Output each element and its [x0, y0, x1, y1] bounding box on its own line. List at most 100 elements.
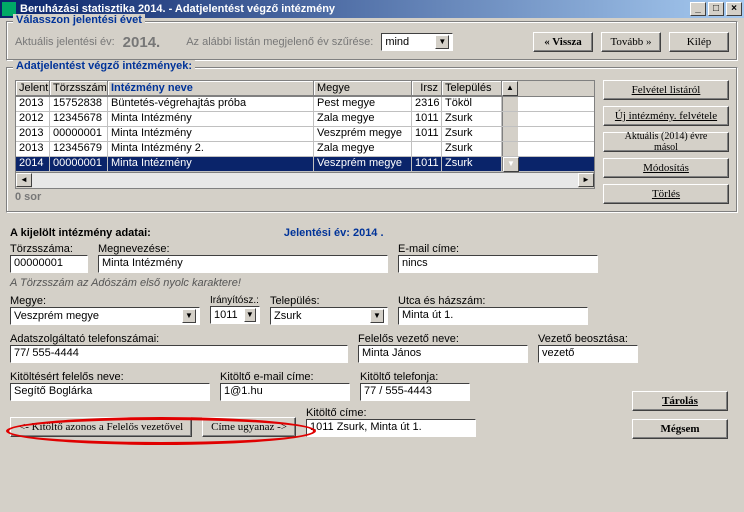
- details-header: A kijelölt intézmény adatai: Jelentési é…: [10, 227, 734, 239]
- modify-button[interactable]: Módosítás: [603, 158, 729, 178]
- copy-address-button[interactable]: Címe ugyanaz ->: [202, 417, 296, 437]
- scroll-down-button[interactable]: ▼: [503, 157, 519, 172]
- cell: 2316: [412, 97, 442, 111]
- col-name[interactable]: Intézmény neve: [108, 81, 314, 96]
- cell: Pest megye: [314, 97, 412, 111]
- megnev-label: Megnevezése:: [98, 243, 388, 255]
- next-button[interactable]: Tovább »: [601, 32, 661, 52]
- cell: 1011: [412, 112, 442, 126]
- chevron-down-icon: ▼: [244, 308, 256, 322]
- chevron-down-icon: ▼: [435, 35, 449, 49]
- cancel-button[interactable]: Mégsem: [632, 419, 728, 439]
- copy-person-button[interactable]: <- Kitöltő azonos a Felelős vezetővel: [10, 417, 192, 437]
- kittel-input[interactable]: 77 / 555-4443: [360, 383, 470, 401]
- year-filter-value: mind: [385, 36, 409, 48]
- irsz-label: Irányítósz.:: [210, 295, 260, 306]
- torzs-input[interactable]: 00000001: [10, 255, 88, 273]
- kitcim-input[interactable]: 1011 Zsurk, Minta út 1.: [306, 419, 476, 437]
- kittel-label: Kitöltő telefonja:: [360, 371, 470, 383]
- chevron-down-icon: ▼: [370, 309, 384, 323]
- cell: [412, 142, 442, 156]
- felelos-label: Felelős vezető neve:: [358, 333, 528, 345]
- table-header: Jelent Törzsszám Intézmény neve Megye Ir…: [15, 80, 595, 97]
- table-row[interactable]: 201312345679Minta Intézmény 2.Zala megye…: [16, 142, 594, 157]
- cell: 2012: [16, 112, 50, 126]
- irsz-select[interactable]: 1011 ▼: [210, 306, 260, 324]
- exit-button[interactable]: Kilép: [669, 32, 729, 52]
- cell: 00000001: [50, 157, 108, 171]
- vezbeo-label: Vezető beosztása:: [538, 333, 638, 345]
- megnev-input[interactable]: Minta Intézmény: [98, 255, 388, 273]
- cell: Veszprém megye: [314, 157, 412, 171]
- col-torzs[interactable]: Törzsszám: [50, 81, 108, 96]
- cell: Zala megye: [314, 142, 412, 156]
- telep-select[interactable]: Zsurk ▼: [270, 307, 388, 325]
- adatszolg-label: Adatszolgáltató telefonszámai:: [10, 333, 348, 345]
- horizontal-scrollbar[interactable]: ◄ ►: [15, 173, 595, 189]
- institutions-table: Jelent Törzsszám Intézmény neve Megye Ir…: [15, 80, 595, 204]
- cell: Zsurk: [442, 142, 502, 156]
- torzs-label: Törzsszáma:: [10, 243, 88, 255]
- cell: 2013: [16, 97, 50, 111]
- close-button[interactable]: ×: [726, 2, 742, 16]
- cell: 2013: [16, 142, 50, 156]
- add-new-button[interactable]: Új intézmény. felvétele: [603, 106, 729, 126]
- cell: 2014: [16, 157, 50, 171]
- utca-input[interactable]: Minta út 1.: [398, 307, 588, 325]
- cell: Veszprém megye: [314, 127, 412, 141]
- add-from-list-button[interactable]: Felvétel listáról: [603, 80, 729, 100]
- email-input[interactable]: nincs: [398, 255, 598, 273]
- table-row[interactable]: 201300000001Minta IntézményVeszprém megy…: [16, 127, 594, 142]
- table-row[interactable]: 201400000001Minta IntézményVeszprém megy…: [16, 157, 594, 172]
- filter-label: Az alábbi listán megjelenő év szűrése:: [186, 36, 373, 48]
- col-zip[interactable]: Irsz: [412, 81, 442, 96]
- row-count-label: 0 sor: [15, 191, 595, 203]
- cell: 1011: [412, 127, 442, 141]
- col-city[interactable]: Település: [442, 81, 502, 96]
- back-button[interactable]: « Vissza: [533, 32, 593, 52]
- kitemail-label: Kitöltő e-mail címe:: [220, 371, 350, 383]
- current-year-value: 2014.: [123, 34, 161, 51]
- group-title: Válasszon jelentési évet: [13, 14, 145, 26]
- minimize-button[interactable]: _: [690, 2, 706, 16]
- scroll-right-button[interactable]: ►: [578, 173, 594, 187]
- cell: Minta Intézmény: [108, 112, 314, 126]
- telep-label: Település:: [270, 295, 388, 307]
- delete-button[interactable]: Törlés: [603, 184, 729, 204]
- adatszolg-input[interactable]: 77/ 555-4444: [10, 345, 348, 363]
- utca-label: Utca és házszám:: [398, 295, 588, 307]
- cell: 12345679: [50, 142, 108, 156]
- cell: Zala megye: [314, 112, 412, 126]
- cell: Zsurk: [442, 157, 502, 171]
- copy-to-year-button[interactable]: Aktuális (2014) évre másol: [603, 132, 729, 152]
- megye-select[interactable]: Veszprém megye ▼: [10, 307, 200, 325]
- kitfel-label: Kitöltésért felelős neve:: [10, 371, 210, 383]
- table-row[interactable]: 201212345678Minta IntézményZala megye101…: [16, 112, 594, 127]
- cell: Minta Intézmény: [108, 157, 314, 171]
- store-button[interactable]: Tárolás: [632, 391, 728, 411]
- institutions-group: Adatjelentést végző intézmények: Jelent …: [6, 67, 738, 213]
- email-label: E-mail címe:: [398, 243, 598, 255]
- maximize-button[interactable]: □: [708, 2, 724, 16]
- group-title: Adatjelentést végző intézmények:: [13, 60, 195, 72]
- cell: 12345678: [50, 112, 108, 126]
- col-year[interactable]: Jelent: [16, 81, 50, 96]
- chevron-down-icon: ▼: [182, 309, 196, 323]
- cell: Minta Intézmény: [108, 127, 314, 141]
- kitcim-label: Kitöltő címe:: [306, 407, 476, 419]
- scroll-up-button[interactable]: ▲: [502, 81, 518, 96]
- col-county[interactable]: Megye: [314, 81, 412, 96]
- cell: Zsurk: [442, 127, 502, 141]
- cell: Minta Intézmény 2.: [108, 142, 314, 156]
- vezbeo-input[interactable]: vezető: [538, 345, 638, 363]
- table-row[interactable]: 201315752838Büntetés-végrehajtás próbaPe…: [16, 97, 594, 112]
- cell: Büntetés-végrehajtás próba: [108, 97, 314, 111]
- kitfel-input[interactable]: Segítő Boglárka: [10, 383, 210, 401]
- cell: 2013: [16, 127, 50, 141]
- kitemail-input[interactable]: 1@1.hu: [220, 383, 350, 401]
- current-year-label: Aktuális jelentési év:: [15, 36, 115, 48]
- felelos-input[interactable]: Minta János: [358, 345, 528, 363]
- torzs-note: A Törzsszám az Adószám első nyolc karakt…: [10, 277, 734, 289]
- year-filter-select[interactable]: mind ▼: [381, 33, 453, 51]
- scroll-left-button[interactable]: ◄: [16, 173, 32, 187]
